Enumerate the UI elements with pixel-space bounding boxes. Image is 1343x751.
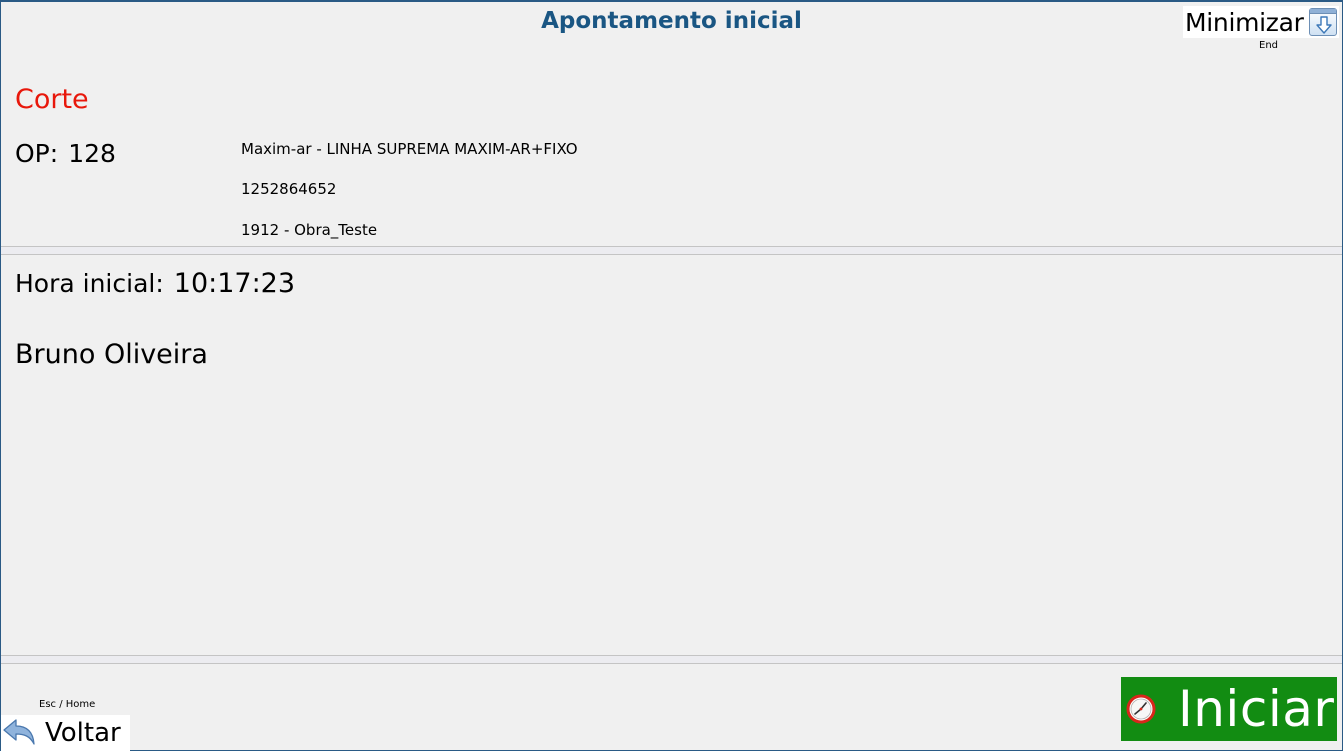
start-label: Iniciar xyxy=(1178,680,1335,738)
operator-name: Bruno Oliveira xyxy=(15,339,208,370)
back-arrow-icon xyxy=(3,719,35,745)
window-title: Apontamento inicial xyxy=(541,8,802,34)
order-code: 1252864652 xyxy=(241,180,337,198)
clock-icon xyxy=(1126,694,1156,724)
divider xyxy=(1,655,1342,664)
minimize-button[interactable]: Minimizar xyxy=(1183,6,1339,38)
back-label: Voltar xyxy=(45,718,121,748)
start-time: Hora inicial: 10:17:23 xyxy=(15,268,295,299)
start-button[interactable]: Iniciar xyxy=(1121,677,1337,741)
back-button[interactable]: Voltar xyxy=(1,715,130,751)
order-value: 128 xyxy=(68,139,116,168)
order-project: 1912 - Obra_Teste xyxy=(241,221,378,239)
app-window: Apontamento inicial Minimizar End Corte … xyxy=(0,0,1343,751)
order-label: OP: xyxy=(15,139,59,168)
arrow-down-icon xyxy=(1309,8,1337,36)
section-title: Corte xyxy=(15,84,89,115)
divider xyxy=(1,246,1342,255)
back-shortcut-hint: Esc / Home xyxy=(39,699,96,710)
minimize-label: Minimizar xyxy=(1185,7,1304,37)
start-time-label: Hora inicial: xyxy=(15,269,164,298)
order-product: Maxim-ar - LINHA SUPREMA MAXIM-AR+FIXO xyxy=(241,140,578,158)
start-time-value: 10:17:23 xyxy=(173,268,296,299)
minimize-shortcut-hint: End xyxy=(1259,40,1279,51)
order-number: OP: 128 xyxy=(15,139,116,168)
